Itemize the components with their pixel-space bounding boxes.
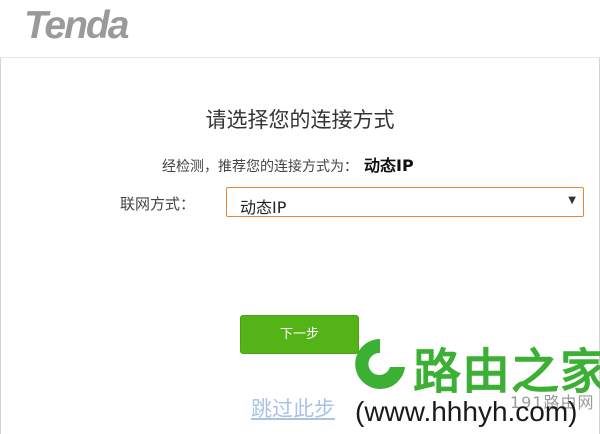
detection-value: 动态IP [364,156,414,175]
connection-mode-selected: 动态IP [240,198,287,217]
header: Tenda [0,0,600,58]
detection-prefix: 经检测，推荐您的连接方式为： [162,159,358,175]
select-caret-icon: ▼ [568,195,576,206]
page-title: 请选择您的连接方式 [205,108,395,132]
watermark-url: (www.hhhyh.com) [355,396,578,427]
frame-border-left [0,0,1,434]
detection-result: 经检测，推荐您的连接方式为： 动态IP [162,152,414,176]
watermark-logo-icon [355,339,405,389]
connection-mode-select[interactable]: 动态IP ▼ [226,187,584,217]
tenda-logo: Tenda [24,4,129,47]
next-step-button[interactable]: 下一步 [240,315,359,354]
skip-step-link[interactable]: 跳过此步 [251,393,335,423]
connection-mode-label: 联网方式： [120,195,196,213]
